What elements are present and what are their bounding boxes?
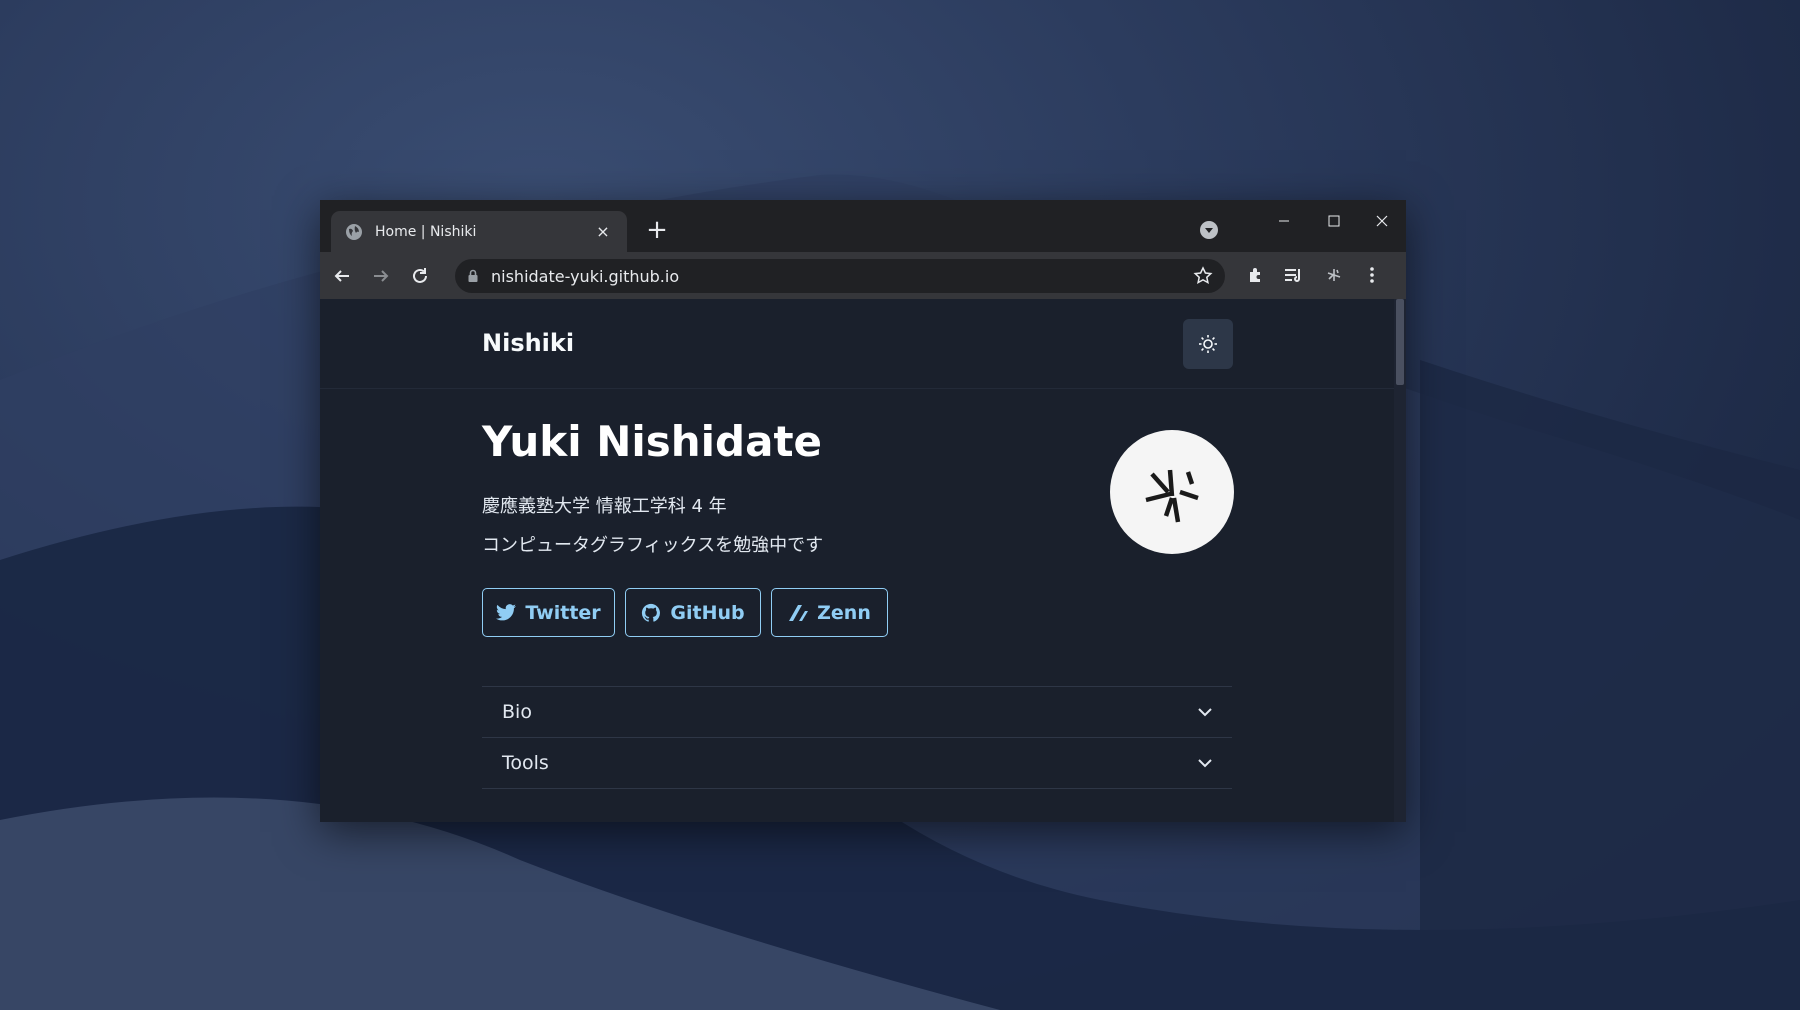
sun-icon bbox=[1198, 334, 1218, 354]
chevron-down-icon bbox=[1198, 758, 1212, 768]
forward-button[interactable] bbox=[364, 259, 398, 293]
globe-icon bbox=[345, 223, 363, 241]
accordion-tools-label: Tools bbox=[502, 752, 549, 774]
page-viewport: Nishiki Yuki Nishidate 慶應義塾大学 情報工学科 4 年 … bbox=[320, 299, 1406, 822]
browser-window: Home | Nishiki × + nishidate-yuki.github… bbox=[320, 200, 1406, 822]
profile-name: Yuki Nishidate bbox=[482, 417, 823, 466]
browser-tab[interactable]: Home | Nishiki × bbox=[331, 211, 627, 252]
close-window-button[interactable] bbox=[1358, 206, 1406, 236]
avatar-logo-icon bbox=[1145, 469, 1199, 523]
profile-extension-icon[interactable] bbox=[1317, 258, 1351, 292]
zenn-label: Zenn bbox=[817, 601, 871, 624]
menu-kebab-icon[interactable] bbox=[1355, 258, 1389, 292]
chevron-down-icon bbox=[1198, 707, 1212, 717]
reading-list-icon[interactable] bbox=[1277, 258, 1311, 292]
zenn-icon bbox=[788, 604, 809, 622]
twitter-label: Twitter bbox=[525, 601, 601, 624]
minimize-button[interactable] bbox=[1260, 206, 1308, 236]
scrollbar-thumb[interactable] bbox=[1396, 299, 1404, 385]
accordion-bio-label: Bio bbox=[502, 701, 532, 723]
bookmark-star-icon[interactable] bbox=[1193, 266, 1213, 286]
github-button[interactable]: GitHub bbox=[625, 588, 761, 637]
browser-toolbar: nishidate-yuki.github.io bbox=[320, 252, 1406, 299]
reload-button[interactable] bbox=[403, 259, 437, 293]
url-text: nishidate-yuki.github.io bbox=[491, 266, 680, 286]
site-header: Nishiki bbox=[320, 299, 1394, 389]
profile-affiliation: 慶應義塾大学 情報工学科 4 年 bbox=[482, 496, 727, 517]
tab-close-icon[interactable]: × bbox=[593, 222, 613, 241]
site-brand[interactable]: Nishiki bbox=[482, 329, 574, 357]
tab-search-icon[interactable] bbox=[1200, 221, 1218, 239]
zenn-button[interactable]: Zenn bbox=[771, 588, 888, 637]
twitter-icon bbox=[496, 604, 517, 621]
tab-strip: Home | Nishiki × + bbox=[320, 200, 1406, 252]
avatar bbox=[1110, 430, 1234, 554]
accordion-item-bio[interactable]: Bio bbox=[482, 687, 1232, 738]
address-bar[interactable]: nishidate-yuki.github.io bbox=[455, 259, 1225, 293]
profile-description: コンピュータグラフィックスを勉強中です bbox=[482, 535, 824, 556]
extensions-icon[interactable] bbox=[1239, 258, 1273, 292]
github-label: GitHub bbox=[670, 601, 745, 624]
github-icon bbox=[641, 603, 661, 623]
theme-toggle-button[interactable] bbox=[1183, 319, 1233, 369]
back-button[interactable] bbox=[325, 259, 359, 293]
tab-title: Home | Nishiki bbox=[375, 223, 477, 240]
twitter-button[interactable]: Twitter bbox=[482, 588, 615, 637]
maximize-button[interactable] bbox=[1310, 206, 1358, 236]
new-tab-button[interactable]: + bbox=[642, 216, 672, 246]
accordion-item-tools[interactable]: Tools bbox=[482, 738, 1232, 789]
lock-icon bbox=[467, 269, 481, 283]
page-scrollbar[interactable] bbox=[1394, 299, 1406, 822]
accordion: Bio Tools bbox=[482, 686, 1232, 789]
